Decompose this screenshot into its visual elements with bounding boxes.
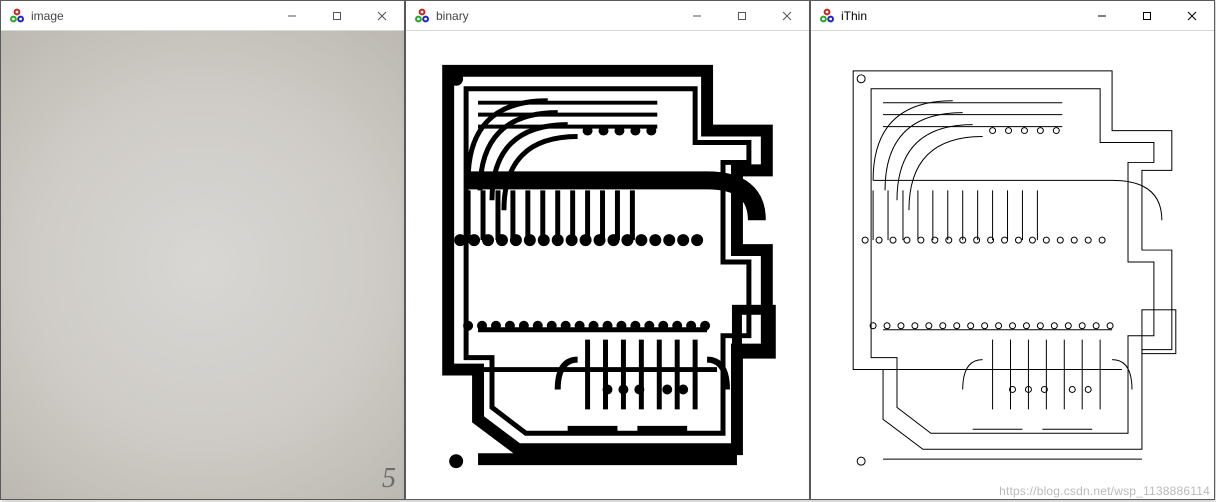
window-controls	[674, 1, 809, 30]
window-controls	[1079, 1, 1214, 30]
minimize-icon	[287, 11, 297, 21]
window-binary: binary	[405, 0, 810, 500]
opencv-logo-icon	[414, 8, 430, 24]
image-viewport	[406, 31, 809, 499]
minimize-button[interactable]	[269, 1, 314, 30]
close-icon	[782, 11, 792, 21]
minimize-button[interactable]	[674, 1, 719, 30]
desktop: image	[0, 0, 1216, 502]
minimize-button[interactable]	[1079, 1, 1124, 30]
minimize-icon	[1097, 11, 1107, 21]
pcb-binary-image	[406, 31, 809, 499]
grayscale-background	[1, 31, 404, 499]
maximize-button[interactable]	[1124, 1, 1169, 30]
maximize-icon	[737, 11, 747, 21]
maximize-button[interactable]	[719, 1, 764, 30]
close-icon	[1187, 11, 1197, 21]
titlebar[interactable]: iThin	[811, 1, 1214, 31]
window-title: binary	[436, 9, 674, 23]
close-icon	[377, 11, 387, 21]
minimize-icon	[692, 11, 702, 21]
window-ithin: iThin	[810, 0, 1215, 500]
pcb-thinned-image	[811, 31, 1214, 499]
close-button[interactable]	[1169, 1, 1214, 30]
window-controls	[269, 1, 404, 30]
close-button[interactable]	[764, 1, 809, 30]
titlebar[interactable]: binary	[406, 1, 809, 31]
window-image: image	[0, 0, 405, 500]
opencv-logo-icon	[9, 8, 25, 24]
image-corner-number: 5	[382, 463, 396, 495]
maximize-icon	[1142, 11, 1152, 21]
titlebar[interactable]: image	[1, 1, 404, 31]
window-title: image	[31, 9, 269, 23]
close-button[interactable]	[359, 1, 404, 30]
image-viewport: 5	[1, 31, 404, 499]
maximize-button[interactable]	[314, 1, 359, 30]
maximize-icon	[332, 11, 342, 21]
opencv-logo-icon	[819, 8, 835, 24]
window-title: iThin	[841, 9, 1079, 23]
image-viewport	[811, 31, 1214, 499]
